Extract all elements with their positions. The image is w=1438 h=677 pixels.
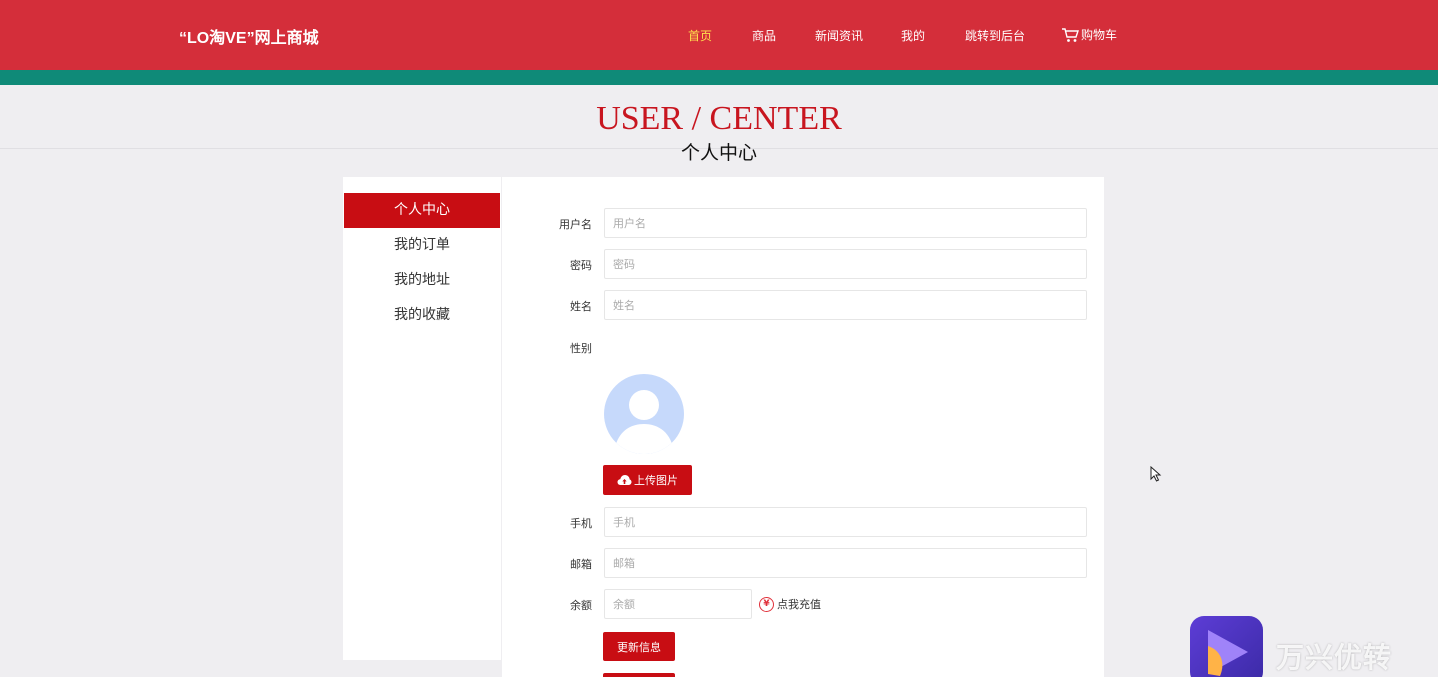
email-input[interactable] xyxy=(604,548,1087,578)
play-logo-icon xyxy=(1208,630,1248,676)
nav-home[interactable]: 首页 xyxy=(688,27,712,44)
sidebar-item-orders[interactable]: 我的订单 xyxy=(344,228,500,263)
nav-products[interactable]: 商品 xyxy=(752,27,776,44)
upload-image-button[interactable]: 上传图片 xyxy=(603,465,692,495)
site-brand[interactable]: “LO淘VE”网上商城 xyxy=(179,24,319,48)
sidebar-item-favorites[interactable]: 我的收藏 xyxy=(344,298,500,333)
update-info-button[interactable]: 更新信息 xyxy=(603,632,675,661)
gender-label: 性别 xyxy=(570,342,592,355)
watermark-text: 万兴优转 xyxy=(1276,641,1393,674)
app-logo-watermark xyxy=(1190,616,1263,677)
user-silhouette-icon xyxy=(614,390,674,454)
page-title: USER / CENTER xyxy=(596,100,842,137)
next-button-partial[interactable] xyxy=(603,673,675,677)
email-label: 邮箱 xyxy=(570,558,592,571)
nav-news[interactable]: 新闻资讯 xyxy=(815,27,863,44)
sidebar-item-profile[interactable]: 个人中心 xyxy=(344,193,500,228)
phone-label: 手机 xyxy=(570,517,592,530)
password-input[interactable] xyxy=(604,249,1087,279)
username-input[interactable] xyxy=(604,208,1087,238)
phone-input[interactable] xyxy=(604,507,1087,537)
cart-icon xyxy=(1062,28,1079,42)
balance-label: 余额 xyxy=(570,599,592,612)
balance-input[interactable] xyxy=(604,589,752,619)
recharge-link[interactable]: ¥ 点我充值 xyxy=(759,596,821,612)
recharge-label: 点我充值 xyxy=(777,598,821,611)
upload-image-label: 上传图片 xyxy=(634,474,678,487)
nav-backend[interactable]: 跳转到后台 xyxy=(965,27,1025,44)
yen-icon: ¥ xyxy=(759,596,774,612)
nav-cart[interactable]: 购物车 xyxy=(1061,26,1117,43)
cart-label: 购物车 xyxy=(1081,28,1118,42)
username-label: 用户名 xyxy=(559,218,592,231)
mouse-cursor-icon xyxy=(1150,466,1162,482)
sidebar-item-address[interactable]: 我的地址 xyxy=(344,263,500,298)
password-label: 密码 xyxy=(570,259,592,272)
navbar-accent-stripe xyxy=(0,70,1438,85)
nav-mine[interactable]: 我的 xyxy=(901,27,925,44)
avatar xyxy=(604,374,684,454)
name-input[interactable] xyxy=(604,290,1087,320)
user-sidebar: 个人中心 我的订单 我的地址 我的收藏 xyxy=(343,177,501,660)
name-label: 姓名 xyxy=(570,300,592,313)
page-subtitle: 个人中心 xyxy=(680,142,757,164)
cloud-upload-icon xyxy=(617,475,632,485)
